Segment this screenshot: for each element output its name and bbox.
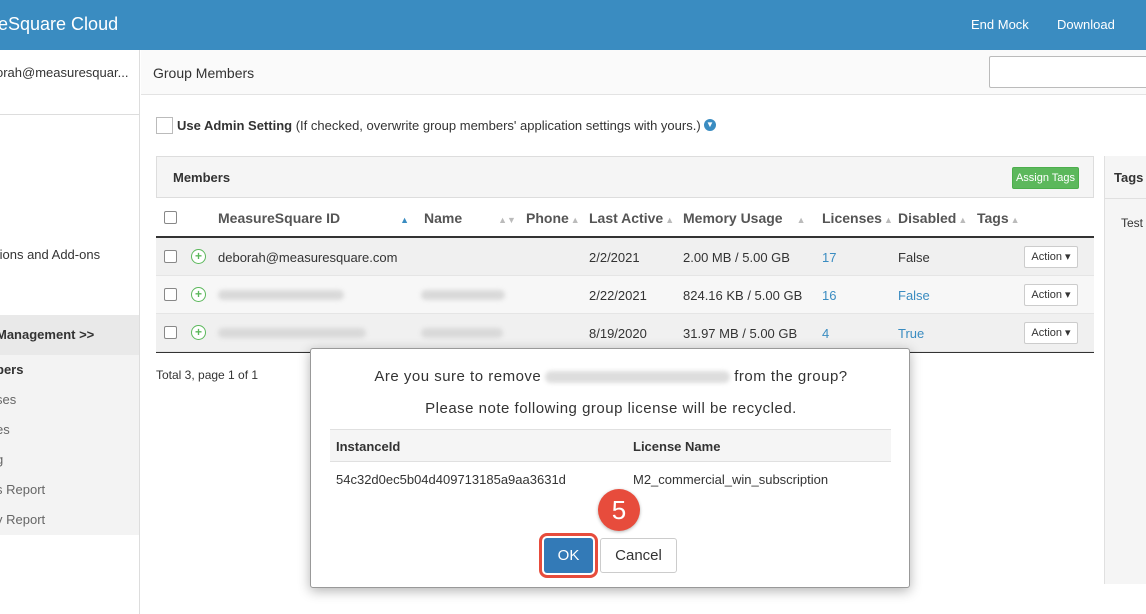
members-panel-header: Members Assign Tags xyxy=(156,156,1094,198)
table-row[interactable]: + 2/22/2021 824.16 KB / 5.00 GB 16 False… xyxy=(156,276,1094,314)
row-licenses-link[interactable]: 16 xyxy=(822,288,836,303)
page-header: Group Members xyxy=(141,50,1146,95)
license-name-value: M2_commercial_win_subscription xyxy=(633,472,829,487)
pagination-total: Total 3, page 1 of 1 xyxy=(156,368,259,382)
sort-icon: ▲ xyxy=(570,215,580,225)
col-tags[interactable]: Tags ▲ xyxy=(977,210,1020,226)
sort-icon: ▲ xyxy=(958,215,968,225)
sidebar-item-management[interactable]: Management >> xyxy=(0,327,94,342)
redacted-name xyxy=(421,328,503,338)
row-checkbox[interactable] xyxy=(164,326,177,339)
row-last-active: 2/22/2021 xyxy=(589,288,647,303)
instance-id-value: 54c32d0ec5b04d409713185a9aa3631d xyxy=(336,472,566,487)
row-last-active: 2/2/2021 xyxy=(589,250,640,265)
row-memory: 824.16 KB / 5.00 GB xyxy=(683,288,803,303)
row-disabled-link[interactable]: True xyxy=(898,326,924,341)
expand-plus-icon[interactable]: + xyxy=(191,249,206,264)
sidebar-sub-licenses[interactable]: ses xyxy=(0,392,16,407)
row-id: deborah@measuresquare.com xyxy=(218,250,398,265)
row-last-active: 8/19/2020 xyxy=(589,326,647,341)
col-phone[interactable]: Phone ▲ xyxy=(526,210,580,226)
license-table-header: InstanceId License Name xyxy=(330,429,891,462)
cancel-button[interactable]: Cancel xyxy=(600,538,677,573)
sort-icon: ▲▼ xyxy=(498,215,516,225)
redacted-id xyxy=(218,290,344,300)
remove-member-dialog: Are you sure to remove from the group? Pl… xyxy=(310,348,910,588)
redacted-id xyxy=(218,328,366,338)
ok-button[interactable]: OK xyxy=(539,533,598,578)
select-all-checkbox[interactable] xyxy=(164,211,177,224)
row-checkbox[interactable] xyxy=(164,250,177,263)
row-memory: 2.00 MB / 5.00 GB xyxy=(683,250,790,265)
top-bar: eSquare Cloud End Mock Download xyxy=(0,0,1146,50)
sort-asc-icon: ▲ xyxy=(400,215,410,225)
search-input[interactable] xyxy=(989,56,1146,88)
row-disabled: False xyxy=(898,250,930,265)
sidebar-sub-tag[interactable]: g xyxy=(0,452,3,467)
download-link[interactable]: Download xyxy=(1057,17,1115,32)
dialog-note: Please note following group license will… xyxy=(425,400,797,417)
redacted-email xyxy=(545,371,731,384)
sidebar-divider xyxy=(0,114,139,115)
row-memory: 31.97 MB / 5.00 GB xyxy=(683,326,798,341)
tags-divider xyxy=(1105,198,1146,199)
redacted-name xyxy=(421,290,505,300)
tag-item[interactable]: Test xyxy=(1121,216,1143,230)
sidebar-sub-templates[interactable]: es xyxy=(0,422,10,437)
tags-title: Tags xyxy=(1114,170,1144,185)
row-licenses-link[interactable]: 17 xyxy=(822,250,836,265)
admin-setting-hint: (If checked, overwrite group members' ap… xyxy=(295,118,701,133)
members-title: Members xyxy=(173,170,231,185)
col-disabled[interactable]: Disabled ▲ xyxy=(898,210,967,226)
sort-icon: ▲ xyxy=(665,215,675,225)
col-last-active[interactable]: Last Active ▲ xyxy=(589,210,674,226)
assign-tags-button[interactable]: Assign Tags xyxy=(1012,167,1079,189)
row-checkbox[interactable] xyxy=(164,288,177,301)
admin-setting-label: Use Admin Setting xyxy=(177,118,293,133)
sort-icon: ▲ xyxy=(883,215,893,225)
row-licenses-link[interactable]: 4 xyxy=(822,326,829,341)
sidebar-sub-report-1[interactable]: s Report xyxy=(0,482,45,497)
sidebar: orah@measuresquar... tions and Add-ons M… xyxy=(0,50,140,614)
tags-panel: Tags Test xyxy=(1104,156,1146,584)
col-licenses[interactable]: Licenses ▲ xyxy=(822,210,893,226)
sort-icon: ▲ xyxy=(1010,215,1020,225)
admin-setting-checkbox[interactable] xyxy=(156,117,173,134)
sidebar-sub-members[interactable]: bers xyxy=(0,362,23,377)
row-action-button[interactable]: Action ▾ xyxy=(1024,246,1078,268)
col-name[interactable]: Name ▲▼ xyxy=(424,210,516,226)
col-measuresquare-id[interactable]: MeasureSquare ID ▲ xyxy=(218,210,409,226)
row-disabled-link[interactable]: False xyxy=(898,288,930,303)
sidebar-submenu-bg xyxy=(0,355,139,535)
row-action-button[interactable]: Action ▾ xyxy=(1024,322,1078,344)
step-number-badge: 5 xyxy=(598,489,640,531)
expand-plus-icon[interactable]: + xyxy=(191,325,206,340)
dialog-question: Are you sure to remove from the group? xyxy=(374,368,848,385)
col-instance-id: InstanceId xyxy=(336,439,401,454)
brand-title[interactable]: eSquare Cloud xyxy=(0,14,118,35)
chevron-down-icon[interactable]: ▼ xyxy=(704,119,716,131)
sidebar-item-applications[interactable]: tions and Add-ons xyxy=(0,247,100,262)
col-memory-usage[interactable]: Memory Usage ▲ xyxy=(683,210,806,226)
table-row[interactable]: + 8/19/2020 31.97 MB / 5.00 GB 4 True Ac… xyxy=(156,314,1094,352)
page-title: Group Members xyxy=(153,65,255,81)
col-license-name: License Name xyxy=(633,439,721,454)
sort-icon: ▲ xyxy=(796,215,806,225)
row-action-button[interactable]: Action ▾ xyxy=(1024,284,1078,306)
members-table-header: MeasureSquare ID ▲ Name ▲▼ Phone ▲ Last Act… xyxy=(156,200,1094,238)
sidebar-sub-report-2[interactable]: y Report xyxy=(0,512,45,527)
end-mock-link[interactable]: End Mock xyxy=(971,17,1029,32)
table-row[interactable]: + deborah@measuresquare.com 2/2/2021 2.0… xyxy=(156,238,1094,276)
expand-plus-icon[interactable]: + xyxy=(191,287,206,302)
sidebar-user[interactable]: orah@measuresquar... xyxy=(0,65,128,80)
